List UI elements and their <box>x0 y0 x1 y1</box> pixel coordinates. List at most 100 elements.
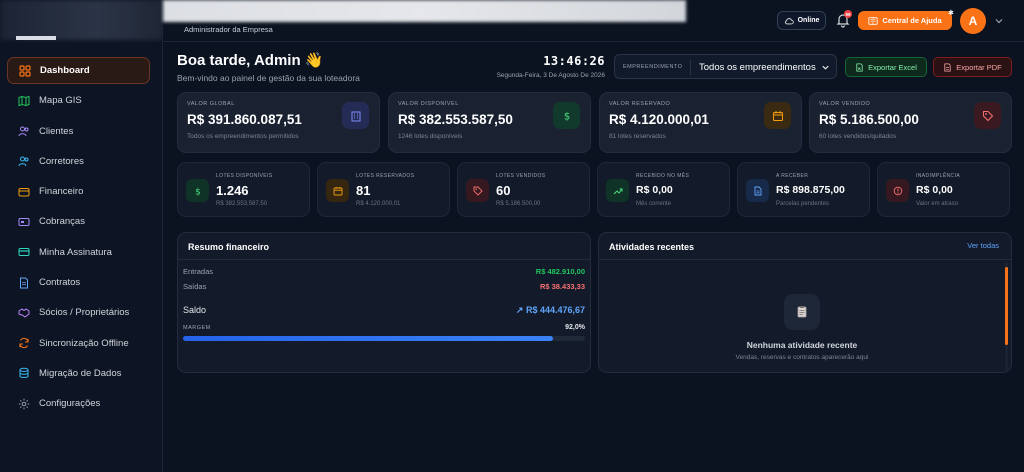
current-date: Segunda-Feira, 3 De Agosto De 2026 <box>496 72 605 79</box>
sidebar-item-label: Financeiro <box>39 186 84 198</box>
sidebar-item-configuracoes[interactable]: Configurações <box>7 390 150 417</box>
credit-card-icon <box>18 246 30 258</box>
card-sub: R$ 5.186.500,00 <box>496 201 541 207</box>
saidas-label: Saídas <box>183 282 207 291</box>
avatar[interactable]: A <box>960 8 986 34</box>
clock: 13:46:26 <box>543 54 605 68</box>
margem-progress-bar <box>183 336 585 341</box>
card-sub: 1246 lotes disponíveis <box>398 133 463 140</box>
sidebar-item-mapa-gis[interactable]: Mapa GIS <box>7 87 150 114</box>
help-center-button[interactable]: Central de Ajuda <box>858 11 952 30</box>
online-label: Online <box>797 17 820 24</box>
wallet-icon <box>18 186 30 198</box>
spreadsheet-icon <box>856 62 863 72</box>
card-valor-vendido: VALOR VENDIDO R$ 5.186.500,00 60 lotes v… <box>809 92 1012 153</box>
users-icon <box>18 125 30 137</box>
svg-text:$: $ <box>195 187 201 196</box>
card-sub: R$ 382.553.587,50 <box>216 201 268 207</box>
export-excel-label: Exportar Excel <box>868 62 917 72</box>
card-label: LOTES VENDIDOS <box>496 173 546 179</box>
pdf-icon <box>944 62 951 72</box>
card-sub: 81 lotes reservados <box>609 133 666 140</box>
sidebar-item-dashboard[interactable]: Dashboard <box>7 57 150 84</box>
card-sub: Valor em atraso <box>916 201 958 207</box>
page-subtitle: Bem-vindo ao painel de gestão da sua lot… <box>177 73 360 83</box>
dollar-icon: $ <box>186 179 209 202</box>
empty-state-title: Nenhuma atividade recente <box>746 340 858 350</box>
sidebar-item-minha-assinatura[interactable]: Minha Assinatura <box>7 239 150 266</box>
recent-activities-panel: Atividades recentes Ver todas Nenhuma at… <box>598 232 1012 373</box>
sidebar-item-label: Contratos <box>39 277 81 289</box>
card-value: R$ 382.553.587,50 <box>398 112 513 127</box>
dollar-icon: $ <box>553 102 580 129</box>
card-lotes-disponiveis: $ LOTES DISPONÍVEIS 1.246 R$ 382.553.587… <box>177 162 310 217</box>
card-valor-disponivel: VALOR DISPONÍVEL R$ 382.553.587,50 1246 … <box>388 92 591 153</box>
sidebar-item-label: Corretores <box>39 155 84 167</box>
financial-summary-panel: Resumo financeiro Entradas R$ 482.910,00… <box>177 232 591 373</box>
sidebar-item-label: Mapa GIS <box>39 95 82 107</box>
help-center-label: Central de Ajuda <box>882 16 942 25</box>
sidebar-item-socios[interactable]: Sócios / Proprietários <box>7 299 150 326</box>
trend-up-icon <box>606 179 629 202</box>
sidebar-item-financeiro[interactable]: Financeiro <box>7 178 150 205</box>
divider <box>178 259 590 260</box>
panel-title: Atividades recentes <box>609 242 695 252</box>
notification-badge: 99 <box>844 10 852 18</box>
logo-blurred <box>0 0 163 40</box>
card-lotes-reservados: LOTES RESERVADOS 81 R$ 4.120.000,01 <box>317 162 450 217</box>
card-lotes-vendidos: LOTES VENDIDOS 60 R$ 5.186.500,00 <box>457 162 590 217</box>
card-label: INADIMPLÊNCIA <box>916 173 961 179</box>
export-pdf-button[interactable]: Exportar PDF <box>933 57 1012 77</box>
alert-icon <box>886 179 909 202</box>
sidebar-item-sincronizacao[interactable]: Sincronização Offline <box>7 330 150 357</box>
calendar-icon <box>764 102 791 129</box>
gear-icon <box>18 398 30 410</box>
dashboard-icon <box>19 64 31 77</box>
divider <box>690 60 691 75</box>
sidebar-item-migracao[interactable]: Migração de Dados <box>7 360 150 387</box>
scrollbar-thumb[interactable] <box>1005 267 1008 345</box>
sidebar-item-corretores[interactable]: Corretores <box>7 148 150 175</box>
export-excel-button[interactable]: Exportar Excel <box>845 57 927 77</box>
sidebar-item-label: Cobranças <box>39 216 85 228</box>
logo[interactable] <box>16 36 56 40</box>
topbar: Administrador da Empresa Online 99 Centr… <box>163 0 1024 42</box>
scrollbar[interactable] <box>1005 263 1008 371</box>
sidebar-item-label: Dashboard <box>40 65 90 76</box>
sidebar-item-label: Clientes <box>39 125 74 137</box>
card-sub: Mês corrente <box>636 201 672 207</box>
margem-value: 92,0% <box>565 324 585 331</box>
card-label: VALOR DISPONÍVEL <box>398 101 459 107</box>
card-sub: 60 lotes vendidos/quitados <box>819 133 896 140</box>
map-icon <box>18 95 30 107</box>
sidebar-item-label: Sócios / Proprietários <box>39 307 130 319</box>
card-a-receber: A RECEBER R$ 898.875,00 Parcelas pendent… <box>737 162 870 217</box>
sidebar-item-clientes[interactable]: Clientes <box>7 118 150 145</box>
entradas-label: Entradas <box>183 267 214 276</box>
saidas-value: R$ 38.433,33 <box>539 282 585 291</box>
sidebar: Dashboard Mapa GIS Clientes Corretores F… <box>0 0 163 472</box>
chevron-down-icon[interactable] <box>994 16 1004 26</box>
empreendimento-select[interactable]: EMPREENDIMENTO Todos os empreendimentos <box>614 54 837 79</box>
view-all-link[interactable]: Ver todas <box>967 241 999 250</box>
card-label: LOTES RESERVADOS <box>356 173 415 179</box>
empreendimento-value: Todos os empreendimentos <box>699 62 816 73</box>
chevron-down-icon <box>822 65 829 70</box>
card-label: A RECEBER <box>776 173 809 179</box>
sidebar-item-label: Configurações <box>39 398 101 410</box>
card-value: 60 <box>496 183 511 198</box>
card-valor-global: VALOR GLOBAL R$ 391.860.087,51 Todos os … <box>177 92 380 153</box>
card-recebido-mes: RECEBIDO NO MÊS R$ 0,00 Mês corrente <box>597 162 730 217</box>
margem-label: MARGEM <box>183 325 211 331</box>
card-value: R$ 391.860.087,51 <box>187 112 302 127</box>
clipboard-icon <box>784 294 820 330</box>
sidebar-item-label: Sincronização Offline <box>39 337 129 349</box>
sidebar-item-label: Migração de Dados <box>39 367 122 379</box>
book-icon <box>868 16 878 25</box>
sidebar-item-cobrancas[interactable]: Cobranças <box>7 208 150 235</box>
card-icon <box>18 216 30 228</box>
sidebar-item-contratos[interactable]: Contratos <box>7 269 150 296</box>
card-label: VALOR VENDIDO <box>819 101 871 107</box>
sidebar-nav: Dashboard Mapa GIS Clientes Corretores F… <box>7 57 150 421</box>
online-status-button[interactable]: Online <box>777 11 826 30</box>
